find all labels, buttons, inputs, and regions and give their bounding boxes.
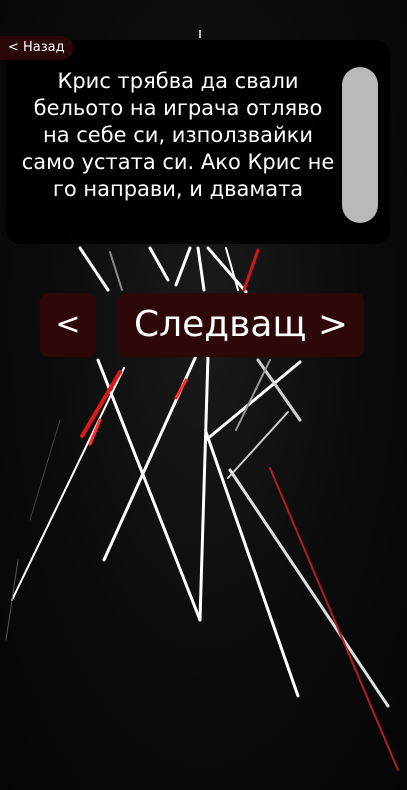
bg-line [5,559,19,641]
status-notch [199,30,201,38]
task-text: Крис трябва да свали бельото на играча о… [21,69,335,201]
bg-line [242,248,260,292]
bg-line [228,468,390,708]
bg-line [174,246,192,287]
bg-line [235,359,271,431]
bg-line [78,246,110,292]
bg-line [198,354,210,622]
bg-line [196,246,206,292]
next-button[interactable]: Следващ > [118,293,364,357]
bg-line [269,467,399,771]
game-screen: Крис трябва да свали бельото на играча о… [0,0,407,790]
previous-button[interactable]: < [40,293,96,357]
bg-line [29,419,61,521]
bg-line [11,367,125,601]
bg-line [96,358,202,622]
scrollbar-thumb[interactable] [342,67,378,223]
back-button[interactable]: < Назад [0,36,73,60]
bg-line [174,378,188,400]
bg-line [148,246,170,282]
task-panel[interactable]: Крис трябва да свали бельото на играча о… [6,40,390,244]
bg-line [204,430,300,698]
bg-line [109,251,123,291]
bg-line [227,411,289,479]
